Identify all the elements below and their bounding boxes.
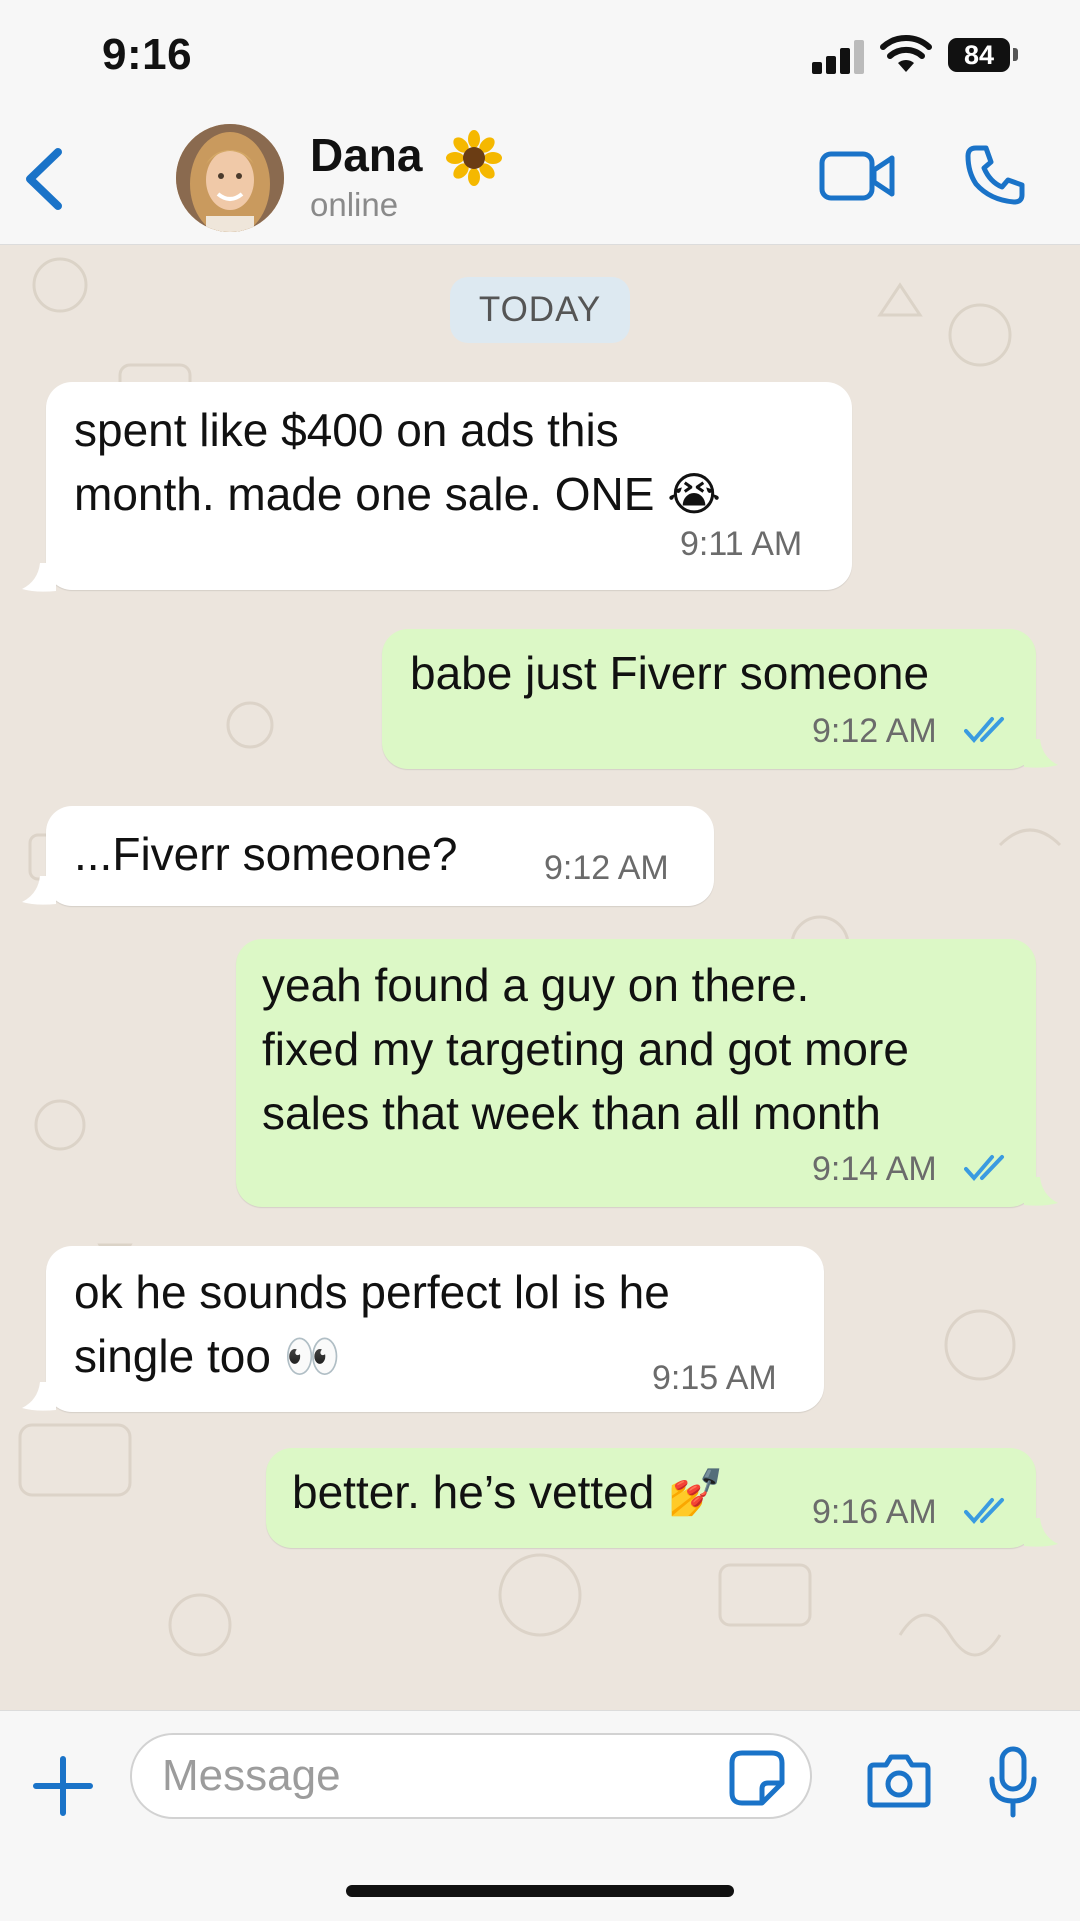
- message-bubble-incoming[interactable]: ok he sounds perfect lol is he single to…: [46, 1246, 824, 1412]
- sticker-icon[interactable]: [728, 1749, 786, 1807]
- bubble-tail: [1024, 1518, 1058, 1547]
- read-receipt-icon: [964, 1155, 1004, 1182]
- video-camera-icon[interactable]: [818, 146, 896, 206]
- message-time: 9:16 AM: [812, 1493, 937, 1531]
- message-text: ...Fiverr someone?: [74, 828, 458, 880]
- message-bubble-incoming[interactable]: spent like $400 on ads this month. made …: [46, 382, 852, 590]
- bubble-tail: [22, 1382, 56, 1411]
- bubble-tail: [22, 563, 56, 592]
- date-divider: TODAY: [450, 277, 630, 343]
- chat-area[interactable]: TODAY spent like $400 on ads this month.…: [0, 245, 1080, 1710]
- message-bubble-outgoing[interactable]: better. he’s vetted 💅 9:16 AM: [266, 1448, 1036, 1548]
- message-bubble-outgoing[interactable]: babe just Fiverr someone 9:12 AM: [382, 629, 1036, 769]
- bubble-tail: [22, 876, 56, 905]
- plus-icon[interactable]: [32, 1755, 94, 1817]
- microphone-icon[interactable]: [984, 1745, 1042, 1819]
- message-text: yeah found a guy on there. fixed my targ…: [262, 959, 909, 1139]
- contact-status: online: [310, 186, 399, 223]
- status-bar: 9:16 84: [0, 0, 1080, 110]
- message-bubble-outgoing[interactable]: yeah found a guy on there. fixed my targ…: [236, 939, 1036, 1207]
- message-input[interactable]: Message: [130, 1733, 812, 1819]
- status-time: 9:16: [102, 30, 193, 79]
- battery-cap: [1013, 48, 1018, 61]
- cellular-signal-icon: [812, 38, 868, 74]
- message-text: better. he’s vetted 💅: [292, 1466, 725, 1518]
- message-time: 9:12 AM: [544, 849, 669, 887]
- message-text: spent like $400 on ads this month. made …: [74, 404, 721, 520]
- home-indicator[interactable]: [346, 1885, 734, 1897]
- phone-icon[interactable]: [962, 142, 1028, 208]
- read-receipt-icon: [964, 1498, 1004, 1525]
- read-receipt-icon: [964, 717, 1004, 744]
- back-chevron-icon[interactable]: [16, 144, 76, 214]
- bubble-tail: [1024, 739, 1058, 768]
- sunflower-icon: [446, 130, 502, 186]
- avatar[interactable]: [176, 124, 284, 232]
- message-time: 9:14 AM: [812, 1150, 937, 1188]
- message-time: 9:11 AM: [680, 525, 803, 563]
- contact-name[interactable]: Dana: [310, 128, 422, 182]
- bubble-tail: [1024, 1177, 1058, 1206]
- message-placeholder: Message: [162, 1751, 341, 1800]
- message-bubble-incoming[interactable]: ...Fiverr someone? 9:12 AM: [46, 806, 714, 906]
- chat-header: Dana online: [0, 110, 1080, 245]
- message-time: 9:12 AM: [812, 712, 937, 750]
- wifi-icon: [880, 35, 932, 72]
- camera-icon[interactable]: [866, 1751, 932, 1811]
- avatar-portrait: [176, 124, 284, 232]
- message-text: babe just Fiverr someone: [410, 647, 930, 699]
- message-time: 9:15 AM: [652, 1359, 777, 1397]
- battery-indicator: 84: [948, 38, 1010, 72]
- message-text: ok he sounds perfect lol is he single to…: [74, 1266, 670, 1382]
